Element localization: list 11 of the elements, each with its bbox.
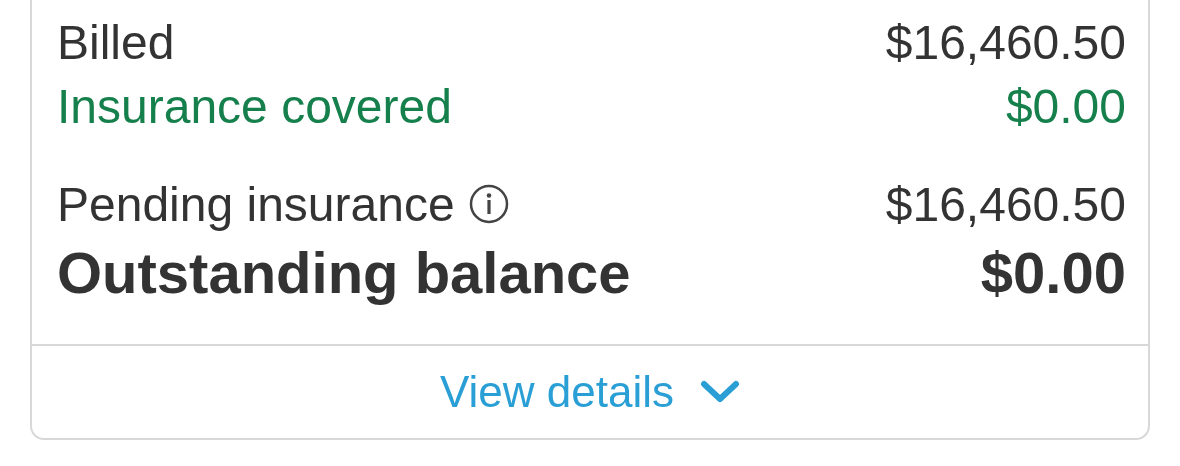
row-amount: $0.00 bbox=[980, 238, 1126, 306]
row-amount: $16,460.50 bbox=[885, 176, 1126, 232]
row-label: Outstanding balance bbox=[57, 238, 631, 306]
row-label: Pending insurance bbox=[57, 176, 455, 232]
chevron-icon[interactable] bbox=[700, 380, 740, 404]
view-details-link[interactable]: View details bbox=[440, 367, 674, 417]
info-icon[interactable] bbox=[468, 184, 509, 224]
row-label: Billed bbox=[57, 14, 175, 70]
row-label: Insurance covered bbox=[57, 78, 452, 134]
row-amount: $16,460.50 bbox=[885, 14, 1126, 70]
row-amount: $0.00 bbox=[1005, 78, 1126, 134]
